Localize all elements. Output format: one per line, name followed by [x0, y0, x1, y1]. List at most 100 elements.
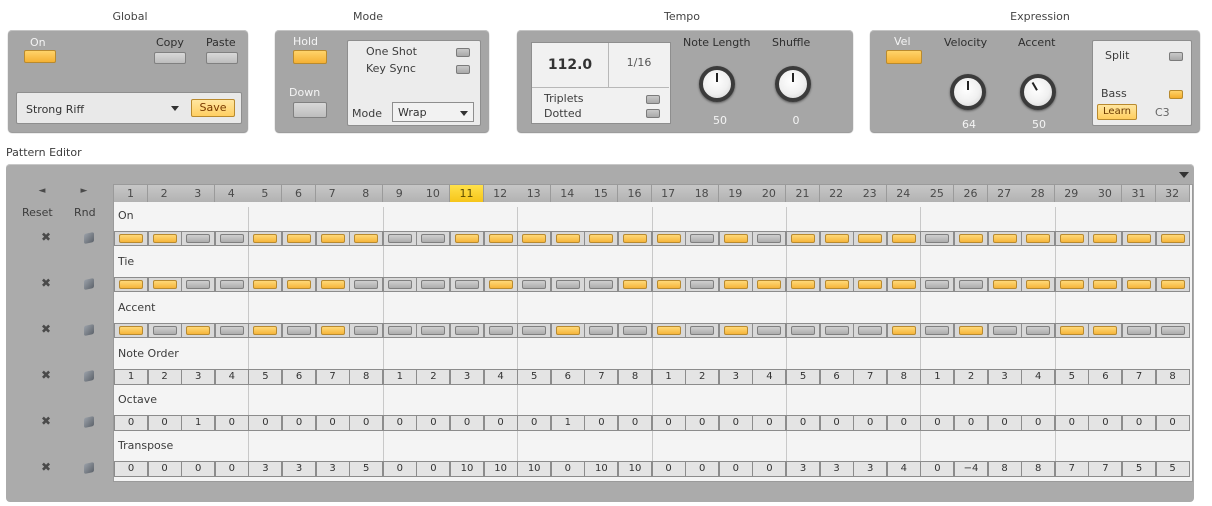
reset-row-icon[interactable]: ✖: [38, 460, 54, 474]
step-toggle-on[interactable]: [819, 231, 854, 246]
step-toggle-accent[interactable]: [181, 323, 216, 338]
step-toggle-accent[interactable]: [147, 323, 182, 338]
step-value-transpose[interactable]: 3: [853, 461, 888, 477]
step-value-note-order[interactable]: 8: [618, 369, 652, 385]
step-value-octave[interactable]: 0: [886, 415, 921, 431]
step-value-note-order[interactable]: 8: [886, 369, 921, 385]
step-toggle-on[interactable]: [987, 231, 1022, 246]
step-toggle-accent[interactable]: [416, 323, 451, 338]
step-value-note-order[interactable]: 2: [147, 369, 182, 385]
step-number[interactable]: 4: [214, 185, 249, 202]
step-value-transpose[interactable]: 0: [651, 461, 686, 477]
step-toggle-tie[interactable]: [786, 277, 820, 292]
step-value-octave[interactable]: 0: [1088, 415, 1123, 431]
step-toggle-tie[interactable]: [282, 277, 316, 292]
step-value-transpose[interactable]: 5: [1155, 461, 1190, 477]
step-value-note-order[interactable]: 8: [1155, 369, 1190, 385]
step-number[interactable]: 25: [920, 185, 955, 202]
step-number[interactable]: 27: [987, 185, 1022, 202]
step-value-note-order[interactable]: 7: [315, 369, 350, 385]
step-toggle-on[interactable]: [718, 231, 753, 246]
step-value-octave[interactable]: 0: [718, 415, 753, 431]
step-toggle-tie[interactable]: [651, 277, 686, 292]
down-button[interactable]: [293, 102, 327, 118]
step-number[interactable]: 22: [819, 185, 854, 202]
step-toggle-accent[interactable]: [853, 323, 888, 338]
step-toggle-accent[interactable]: [651, 323, 686, 338]
next-step-icon[interactable]: ►: [76, 186, 92, 196]
step-value-note-order[interactable]: 4: [483, 369, 518, 385]
step-value-transpose[interactable]: 0: [920, 461, 955, 477]
step-value-transpose[interactable]: 0: [181, 461, 216, 477]
step-toggle-accent[interactable]: [315, 323, 350, 338]
step-toggle-on[interactable]: [1155, 231, 1190, 246]
step-number[interactable]: 1: [114, 185, 148, 202]
step-toggle-on[interactable]: [483, 231, 518, 246]
step-toggle-tie[interactable]: [819, 277, 854, 292]
step-number[interactable]: 11: [450, 185, 484, 202]
step-value-octave[interactable]: 0: [114, 415, 148, 431]
step-value-transpose[interactable]: 0: [382, 461, 417, 477]
step-value-note-order[interactable]: 2: [416, 369, 451, 385]
step-value-transpose[interactable]: 3: [786, 461, 820, 477]
step-number[interactable]: 32: [1155, 185, 1190, 202]
step-value-note-order[interactable]: 7: [1122, 369, 1156, 385]
step-number[interactable]: 12: [483, 185, 518, 202]
step-toggle-accent[interactable]: [819, 323, 854, 338]
reset-row-icon[interactable]: ✖: [38, 276, 54, 290]
step-toggle-tie[interactable]: [450, 277, 484, 292]
step-toggle-tie[interactable]: [416, 277, 451, 292]
step-value-note-order[interactable]: 6: [1088, 369, 1123, 385]
step-toggle-accent[interactable]: [685, 323, 720, 338]
step-toggle-accent[interactable]: [248, 323, 283, 338]
step-value-octave[interactable]: 0: [1122, 415, 1156, 431]
step-value-note-order[interactable]: 6: [819, 369, 854, 385]
step-toggle-on[interactable]: [752, 231, 787, 246]
step-toggle-on[interactable]: [147, 231, 182, 246]
bass-toggle[interactable]: [1169, 90, 1183, 99]
step-toggle-accent[interactable]: [1054, 323, 1089, 338]
step-value-transpose[interactable]: 0: [114, 461, 148, 477]
step-number[interactable]: 23: [853, 185, 888, 202]
step-value-transpose[interactable]: 3: [315, 461, 350, 477]
step-value-note-order[interactable]: 5: [786, 369, 820, 385]
step-number[interactable]: 30: [1088, 185, 1123, 202]
step-value-transpose[interactable]: 3: [248, 461, 283, 477]
vel-button[interactable]: [886, 50, 922, 64]
step-number[interactable]: 10: [416, 185, 451, 202]
note-length-knob[interactable]: [699, 66, 735, 102]
step-toggle-on[interactable]: [954, 231, 988, 246]
step-value-note-order[interactable]: 7: [584, 369, 619, 385]
step-value-octave[interactable]: 0: [147, 415, 182, 431]
step-value-note-order[interactable]: 7: [853, 369, 888, 385]
step-number[interactable]: 20: [752, 185, 787, 202]
step-value-octave[interactable]: 1: [550, 415, 585, 431]
step-value-note-order[interactable]: 1: [651, 369, 686, 385]
reset-row-icon[interactable]: ✖: [38, 414, 54, 428]
step-toggle-tie[interactable]: [214, 277, 249, 292]
step-toggle-on[interactable]: [214, 231, 249, 246]
step-value-note-order[interactable]: 1: [114, 369, 148, 385]
step-value-octave[interactable]: 0: [248, 415, 283, 431]
reset-row-icon[interactable]: ✖: [38, 322, 54, 336]
step-toggle-on[interactable]: [1088, 231, 1123, 246]
step-value-transpose[interactable]: 3: [282, 461, 316, 477]
step-toggle-on[interactable]: [450, 231, 484, 246]
step-value-note-order[interactable]: 6: [282, 369, 316, 385]
save-button[interactable]: Save: [191, 99, 235, 117]
hold-button[interactable]: [293, 50, 327, 64]
step-toggle-on[interactable]: [1021, 231, 1056, 246]
step-value-transpose[interactable]: 8: [1021, 461, 1056, 477]
step-number[interactable]: 3: [181, 185, 216, 202]
step-number[interactable]: 8: [349, 185, 384, 202]
step-value-octave[interactable]: 0: [349, 415, 384, 431]
step-toggle-on[interactable]: [618, 231, 652, 246]
copy-button[interactable]: [154, 52, 186, 64]
randomize-row-dice-icon[interactable]: [84, 461, 94, 475]
step-toggle-tie[interactable]: [147, 277, 182, 292]
step-toggle-tie[interactable]: [382, 277, 417, 292]
bpm-display[interactable]: 112.0: [532, 43, 609, 88]
step-toggle-accent[interactable]: [1021, 323, 1056, 338]
step-value-octave[interactable]: 0: [920, 415, 955, 431]
step-toggle-on[interactable]: [920, 231, 955, 246]
